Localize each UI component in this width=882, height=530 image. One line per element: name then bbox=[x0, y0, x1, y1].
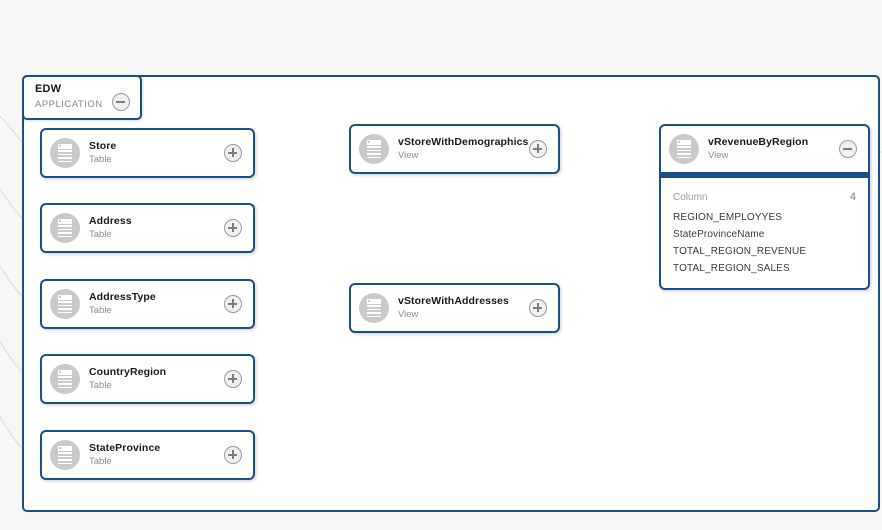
node-v-store-with-demographics-expand-button[interactable] bbox=[529, 140, 547, 163]
node-v-revenue-by-region-collapse-button[interactable] bbox=[839, 140, 857, 163]
node-store-expand-button[interactable] bbox=[224, 144, 242, 167]
node-v-revenue-by-region-type: View bbox=[708, 150, 729, 162]
column-detail-panel[interactable]: Column 4 REGION_EMPLOYYES StateProvinceN… bbox=[659, 174, 870, 290]
node-store-type: Table bbox=[89, 154, 112, 166]
node-country-region-header[interactable]: CountryRegion Table bbox=[42, 356, 253, 402]
column-detail-header: Column 4 bbox=[673, 191, 856, 203]
table-icon bbox=[50, 364, 80, 394]
node-state-province-expand-button[interactable] bbox=[224, 446, 242, 469]
node-v-revenue-by-region-header[interactable]: vRevenueByRegion View bbox=[661, 126, 868, 172]
plus-circle-icon bbox=[224, 295, 242, 313]
node-v-store-with-demographics-header[interactable]: vStoreWithDemographics View bbox=[351, 126, 558, 172]
node-address-type-header[interactable]: AddressType Table bbox=[42, 281, 253, 327]
node-v-store-with-demographics-name: vStoreWithDemographics bbox=[398, 136, 529, 148]
view-icon bbox=[359, 293, 389, 323]
plus-circle-icon bbox=[224, 370, 242, 388]
node-country-region-name: CountryRegion bbox=[89, 366, 167, 378]
view-icon bbox=[359, 134, 389, 164]
plus-circle-icon bbox=[224, 446, 242, 464]
plus-circle-icon bbox=[224, 219, 242, 237]
node-state-province-type: Table bbox=[89, 456, 112, 468]
node-address-type: Table bbox=[89, 229, 112, 241]
node-v-revenue-by-region-name: vRevenueByRegion bbox=[708, 136, 809, 148]
node-v-store-with-demographics-type: View bbox=[398, 150, 419, 162]
node-store[interactable]: Store Table bbox=[40, 128, 255, 178]
application-header[interactable]: EDW APPLICATION bbox=[22, 75, 142, 120]
node-address-type-expand-button[interactable] bbox=[224, 295, 242, 318]
node-address-expand-button[interactable] bbox=[224, 219, 242, 242]
node-address[interactable]: Address Table bbox=[40, 203, 255, 253]
column-row[interactable]: REGION_EMPLOYYES bbox=[673, 209, 856, 226]
plus-circle-icon bbox=[529, 299, 547, 317]
node-country-region[interactable]: CountryRegion Table bbox=[40, 354, 255, 404]
node-address-header[interactable]: Address Table bbox=[42, 205, 253, 251]
table-icon bbox=[50, 289, 80, 319]
column-detail-label: Column bbox=[673, 192, 708, 203]
view-icon bbox=[669, 134, 699, 164]
node-address-type[interactable]: AddressType Table bbox=[40, 279, 255, 329]
node-v-store-with-addresses-name: vStoreWithAddresses bbox=[398, 295, 509, 307]
column-row[interactable]: TOTAL_REGION_SALES bbox=[673, 260, 856, 277]
column-detail-count: 4 bbox=[849, 191, 856, 203]
lineage-canvas[interactable]: EDW APPLICATION Store Table Address Tabl… bbox=[0, 0, 882, 530]
node-v-store-with-addresses-type: View bbox=[398, 309, 419, 321]
table-icon bbox=[50, 440, 80, 470]
node-address-type-name: AddressType bbox=[89, 291, 156, 303]
node-store-name: Store bbox=[89, 140, 117, 152]
minus-circle-icon bbox=[112, 93, 130, 111]
column-row[interactable]: StateProvinceName bbox=[673, 226, 856, 243]
node-address-type-kind: Table bbox=[89, 305, 112, 317]
node-state-province-header[interactable]: StateProvince Table bbox=[42, 432, 253, 478]
plus-circle-icon bbox=[224, 144, 242, 162]
application-collapse-button[interactable] bbox=[112, 93, 130, 111]
node-v-revenue-by-region[interactable]: vRevenueByRegion View bbox=[659, 124, 870, 174]
node-store-header[interactable]: Store Table bbox=[42, 130, 253, 176]
node-v-store-with-demographics[interactable]: vStoreWithDemographics View bbox=[349, 124, 560, 174]
node-country-region-type: Table bbox=[89, 380, 112, 392]
node-state-province-name: StateProvince bbox=[89, 442, 161, 454]
node-v-store-with-addresses-expand-button[interactable] bbox=[529, 299, 547, 322]
node-state-province[interactable]: StateProvince Table bbox=[40, 430, 255, 480]
minus-circle-icon bbox=[839, 140, 857, 158]
node-v-store-with-addresses-header[interactable]: vStoreWithAddresses View bbox=[351, 285, 558, 331]
node-country-region-expand-button[interactable] bbox=[224, 370, 242, 393]
node-address-name: Address bbox=[89, 215, 132, 227]
table-icon bbox=[50, 213, 80, 243]
plus-circle-icon bbox=[529, 140, 547, 158]
node-v-store-with-addresses[interactable]: vStoreWithAddresses View bbox=[349, 283, 560, 333]
column-row[interactable]: TOTAL_REGION_REVENUE bbox=[673, 243, 856, 260]
table-icon bbox=[50, 138, 80, 168]
